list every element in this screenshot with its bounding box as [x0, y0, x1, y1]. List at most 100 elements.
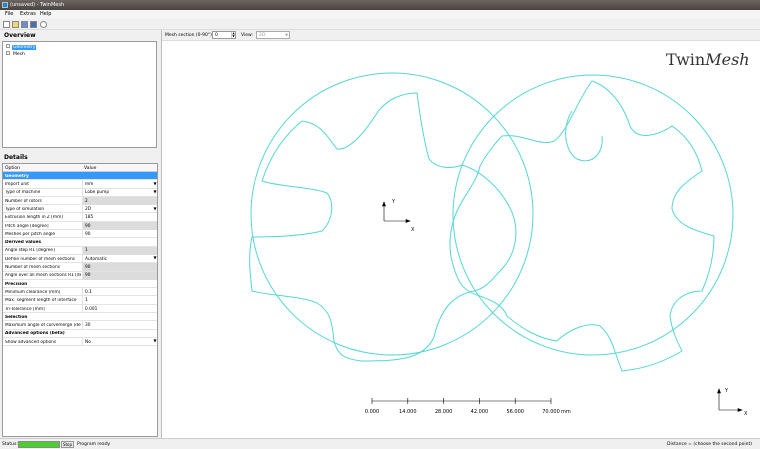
grid-property-row[interactable]: Pitch angle [degree] 90: [3, 221, 157, 231]
scale-tick-label: 56.000: [506, 409, 524, 415]
grid-property-row[interactable]: Max. segment length of interface 1: [3, 296, 157, 305]
menu-bar: File Extras Help: [0, 10, 760, 19]
corner-axis-y-label: Y: [724, 388, 729, 394]
grid-category-row[interactable]: Derived values: [3, 238, 157, 247]
property-value[interactable]: 185: [82, 213, 157, 222]
save-icon[interactable]: [21, 21, 28, 28]
view-label: View:: [241, 33, 253, 38]
save-as-icon[interactable]: [30, 21, 37, 28]
mesh-section-stepper[interactable]: 0 ▲ ▼: [212, 31, 236, 39]
property-option: Angle over all mesh sections R1 [degr.: [5, 273, 81, 279]
grid-property-row[interactable]: Type of simulation 2D ▼: [3, 205, 157, 214]
tree-item-label: Mesh: [13, 51, 25, 57]
grid-category-row[interactable]: Precision: [3, 280, 157, 289]
chevron-down-icon: ▼: [285, 33, 288, 37]
grid-property-row[interactable]: Maximum angle of curvemerge [degree] 30: [3, 321, 157, 330]
window-title: (unsaved) - TwinMesh: [10, 2, 65, 8]
grid-property-row[interactable]: Meshes per pitch angle 90: [3, 230, 157, 239]
property-value-text: 185: [85, 215, 94, 221]
property-value-text: 30: [85, 323, 91, 329]
property-value[interactable]: 0.001: [82, 304, 157, 313]
property-option: Extrusion length in Z [mm]: [5, 215, 63, 221]
grid-category-row[interactable]: Advanced options (beta): [3, 330, 157, 338]
menu-extras[interactable]: Extras: [20, 11, 36, 17]
property-value[interactable]: Automatic ▼: [82, 254, 157, 263]
grid-category-row[interactable]: Geometry: [3, 172, 157, 181]
property-value-text: mm: [85, 182, 94, 188]
zoom-icon[interactable]: [40, 21, 47, 28]
property-value[interactable]: 1: [82, 296, 157, 305]
view-value: 2D: [259, 33, 266, 38]
property-value-text: 2: [85, 198, 88, 204]
tree-item-mesh[interactable]: Mesh: [6, 51, 26, 57]
chevron-down-icon[interactable]: ▼: [153, 206, 157, 211]
property-option: Geometry: [5, 173, 29, 179]
open-folder-icon[interactable]: [12, 21, 19, 28]
property-option: Type of machine: [5, 190, 41, 196]
overview-heading: Overview: [4, 32, 36, 39]
viewport[interactable]: Mesh section (0-90°) 0 ▲ ▼ View: 2D ▼ Twi…: [161, 30, 760, 438]
mesh-canvas[interactable]: Y X Y X 0.000 14.000 28.000 42.000 56.000 70.…: [162, 41, 760, 438]
status-message: Program ready: [77, 442, 111, 447]
property-value[interactable]: Lobe pump ▼: [82, 188, 157, 197]
col-value-header: Value: [84, 165, 97, 171]
property-option: Advanced options (beta): [5, 331, 65, 337]
grid-property-row[interactable]: Angle over all mesh sections R1 [degr. 90: [3, 271, 157, 280]
rotor-right-lobe: [449, 80, 715, 372]
axis-x-label: X: [411, 227, 415, 233]
details-heading: Details: [4, 154, 28, 161]
grid-property-row[interactable]: Define number of mesh sections Automatic ▼: [3, 254, 157, 264]
grid-property-row[interactable]: Import unit mm ▼: [3, 180, 157, 189]
property-option: Define number of mesh sections: [5, 256, 75, 262]
property-value[interactable]: 2D ▼: [82, 205, 157, 214]
property-option: Meshes per pitch angle: [5, 231, 56, 237]
property-option: Selection: [5, 314, 28, 320]
expand-icon[interactable]: [6, 51, 10, 55]
property-value[interactable]: 90: [82, 230, 157, 239]
scale-tick-label: 0.000: [365, 409, 379, 415]
chevron-down-icon[interactable]: ▼: [153, 190, 157, 194]
progress-bar: [18, 441, 60, 448]
menu-help[interactable]: Help: [40, 11, 51, 17]
view-select[interactable]: 2D ▼: [256, 31, 290, 39]
grid-category-row[interactable]: Selection: [3, 313, 157, 322]
grid-property-row[interactable]: Extrusion length in Z [mm] 185: [3, 213, 157, 222]
menu-file[interactable]: File: [5, 11, 13, 17]
title-bar: (unsaved) - TwinMesh: [0, 0, 760, 10]
property-option: Number of rotors: [5, 198, 42, 204]
property-value: 1: [82, 246, 157, 255]
property-option: Show advanced options: [5, 339, 57, 345]
grid-property-row[interactable]: Tri-Tolerance [mm] 0.001: [3, 304, 157, 314]
property-value: 90: [82, 271, 157, 280]
grid-property-row[interactable]: Number of mesh sections 90: [3, 263, 157, 272]
property-value[interactable]: 0.1: [82, 288, 157, 297]
property-option: Number of mesh sections: [5, 265, 61, 271]
scale-tick-label: 14.000: [399, 409, 417, 415]
chevron-down-icon[interactable]: ▼: [153, 339, 157, 343]
stop-button[interactable]: Stop: [61, 441, 74, 448]
property-value: 90: [82, 263, 157, 272]
scale-tick-label: 70.000: [542, 409, 560, 415]
property-option: Import unit: [5, 182, 29, 188]
rotor-left-lobe: [249, 92, 517, 362]
chevron-down-icon[interactable]: ▼: [153, 256, 157, 260]
property-option: Max. segment length of interface: [5, 298, 77, 304]
property-value: 2: [82, 196, 157, 205]
property-value[interactable]: 30: [82, 321, 157, 330]
grid-property-row[interactable]: Minimum clearance [mm] 0.1: [3, 288, 157, 297]
grid-property-row[interactable]: Angle step R1 [degree] 1: [3, 246, 157, 255]
property-value-text: 90: [85, 265, 91, 271]
grid-property-row[interactable]: Type of machine Lobe pump ▼: [3, 188, 157, 197]
grid-property-row[interactable]: Show advanced options No ▼: [3, 337, 157, 347]
tree-item-geometry[interactable]: Geometry: [6, 44, 37, 50]
chevron-down-icon[interactable]: ▼: [153, 181, 157, 186]
corner-axis-x-label: X: [744, 411, 748, 417]
property-value[interactable]: mm ▼: [82, 180, 157, 189]
app-icon: [2, 2, 8, 8]
left-panel: Overview Geometry Mesh Details Option Va…: [0, 30, 160, 438]
new-file-icon[interactable]: [3, 21, 10, 28]
stepper-arrows-icon[interactable]: ▲ ▼: [231, 32, 235, 38]
property-value[interactable]: No ▼: [82, 337, 157, 346]
grid-property-row[interactable]: Number of rotors 2: [3, 196, 157, 206]
expand-icon[interactable]: [6, 44, 10, 48]
